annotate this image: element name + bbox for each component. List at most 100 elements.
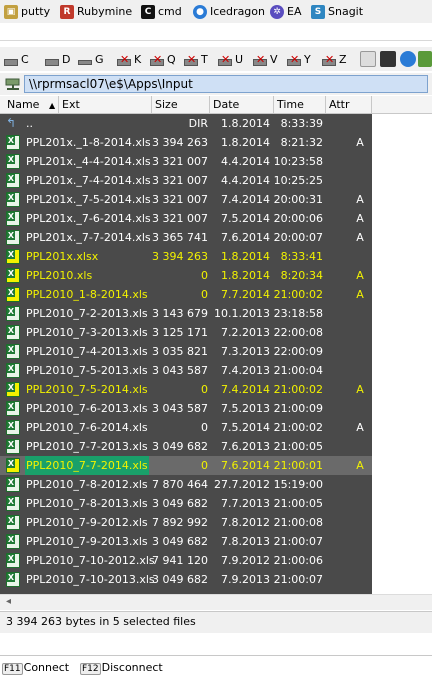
file-name: PPL2010_7-6-2014.xls [26,421,148,434]
current-path-field[interactable]: \\rprmsacl07\e$\Apps\Input [24,75,428,93]
file-row[interactable]: PPL2010_7-5-2013.xls 3 043 587 7.4.201321:… [0,361,372,380]
file-row[interactable]: PPL2010_7-7-2014.xls 0 7.6.201421:00:01 A [0,456,372,475]
excel-file-icon [6,534,20,549]
file-size: 0 [201,269,208,282]
excel-file-icon [6,344,20,359]
file-row[interactable]: PPL2010_7-7-2013.xls 3 049 682 7.6.201321:… [0,437,372,456]
file-name: PPL201x._7-6-2014.xls [26,212,151,225]
key-label: F12 [80,663,101,675]
snagit-icon: S [311,4,325,19]
launch-icedragon[interactable]: ● Icedragon [193,3,265,20]
file-row[interactable]: PPL201x._7-6-2014.xls3 321 007 7.5.201420… [0,209,372,228]
file-row[interactable]: PPL2010.xls 0 1.8.2014 8:20:34 A [0,266,372,285]
file-name: PPL2010_7-8-2013.xls [26,497,148,510]
drive-button-y[interactable]: ✕ Y [287,51,311,67]
tools-icon[interactable] [418,51,432,67]
excel-file-icon [6,135,20,150]
file-time: 21:00:06 [273,554,323,567]
drive-button-z[interactable]: ✕ Z [322,51,347,67]
launch-ea[interactable]: ✲ EA [270,3,301,20]
drive-button-v[interactable]: ✕ V [253,51,278,67]
file-row[interactable]: PPL201x._7-5-2014.xls3 321 007 7.4.201420… [0,190,372,209]
file-name: PPL2010.xls [26,269,93,282]
drive-button-k[interactable]: ✕ K [117,51,141,67]
drive-button-u[interactable]: ✕ U [218,51,243,67]
file-row[interactable]: PPL2010_7-9-2012.xls 7 892 992 7.8.201221:… [0,513,372,532]
file-time: 21:00:08 [273,516,323,529]
drive-label: K [134,52,142,66]
network-drive-icon[interactable] [5,77,21,91]
file-size: 3 365 741 [152,231,208,244]
horizontal-scrollbar[interactable] [0,594,432,610]
launch-snagit[interactable]: S Snagit [311,3,363,20]
document-icon[interactable] [360,51,376,67]
file-row[interactable]: PPL201x._7-4-2014.xls3 321 007 4.4.201410… [0,171,372,190]
launch-rubymine[interactable]: R Rubymine [60,3,132,20]
network-icon[interactable] [400,51,416,67]
file-attr: A [356,269,364,282]
file-row[interactable]: PPL2010_7-2-2013.xls 3 143 679 10.1.201323… [0,304,372,323]
excel-file-icon [6,249,20,264]
excel-file-icon [6,382,20,397]
file-attr: A [356,459,364,472]
file-date: 7.9.2012 [221,554,270,567]
file-row[interactable]: PPL201x.xlsx 3 394 263 1.8.2014 8:33:41 [0,247,372,266]
drive-button-c[interactable]: C [4,51,29,67]
column-header-attr[interactable]: Attr [326,96,372,113]
file-row[interactable]: PPL201x._7-7-2014.xls3 365 741 7.6.201420… [0,228,372,247]
drive-label: U [235,52,244,66]
file-row[interactable]: PPL201x._4-4-2014.xls3 321 007 4.4.201410… [0,152,372,171]
drive-icon [45,53,61,66]
column-header-name[interactable]: Name ▲ [4,96,59,113]
launch-label: putty [21,5,51,18]
excel-file-icon [6,268,20,283]
file-name: PPL2010_7-7-2014.xls [25,456,149,475]
excel-file-icon [6,572,20,587]
drive-button-g[interactable]: G [78,51,104,67]
file-name: PPL201x._4-4-2014.xls [26,155,151,168]
scroll-left-arrow-icon[interactable]: ◂ [6,596,11,607]
drive-button-d[interactable]: D [45,51,70,67]
file-date: 1.8.2014 [221,250,270,263]
cmd-icon: C [141,4,155,19]
file-row[interactable]: PPL2010_7-3-2013.xls 3 125 171 7.2.201322:… [0,323,372,342]
file-row[interactable]: PPL2010_7-4-2013.xls 3 035 821 7.3.201322:… [0,342,372,361]
network-drive-disconnected-icon: ✕ [117,53,133,66]
launch-putty[interactable]: ▣ putty [4,3,50,20]
file-time: 23:18:58 [273,307,323,320]
ftp-icon[interactable] [380,51,396,67]
file-row[interactable]: PPL2010_1-8-2014.xls 0 7.7.201421:00:02 A [0,285,372,304]
column-label: Ext [62,98,80,111]
drive-button-q[interactable]: ✕ Q [150,51,176,67]
launch-cmd[interactable]: C cmd [141,3,182,20]
file-name: PPL2010_7-6-2013.xls [26,402,148,415]
file-row[interactable]: PPL2010_7-6-2014.xls 0 7.5.201421:00:02 A [0,418,372,437]
f11-connect-button[interactable]: F11 Connect [2,661,69,675]
file-name: PPL2010_1-8-2014.xls [26,288,148,301]
parent-dir-row[interactable]: ↰.. DIR 1.8.2014 8:33:39 [0,114,372,133]
file-date: 7.6.2014 [221,459,270,472]
column-header-ext[interactable]: Ext [59,96,152,113]
column-header-time[interactable]: Time [274,96,326,113]
column-header-date[interactable]: Date [210,96,274,113]
file-row[interactable]: PPL2010_7-10-2012.xls7 941 120 7.9.201221… [0,551,372,570]
file-row[interactable]: PPL201x._1-8-2014.xls3 394 263 1.8.2014 8:… [0,133,372,152]
file-row[interactable]: PPL2010_7-6-2013.xls 3 043 587 7.5.201321:… [0,399,372,418]
file-row[interactable]: PPL2010_7-10-2013.xls3 049 682 7.9.201321… [0,570,372,589]
file-row[interactable]: PPL2010_7-8-2013.xls 3 049 682 7.7.201321:… [0,494,372,513]
file-list[interactable]: ↰.. DIR 1.8.2014 8:33:39 PPL201x._1-8-2014.x… [0,114,372,594]
file-row[interactable]: PPL2010_7-9-2013.xls 3 049 682 7.8.201321:… [0,532,372,551]
column-label: Time [277,98,304,111]
parent-folder-icon: ↰ [6,116,17,130]
drive-label: Z [339,52,347,66]
drive-label: G [95,52,104,66]
drive-label: Y [304,52,311,66]
excel-file-icon [6,211,20,226]
f12-disconnect-button[interactable]: F12 Disconnect [80,661,163,675]
file-row[interactable]: PPL2010_7-8-2012.xls 7 870 464 27.7.201215… [0,475,372,494]
file-date: 7.8.2013 [221,535,270,548]
file-time: 20:00:31 [273,193,323,206]
column-header-size[interactable]: Size [152,96,210,113]
file-row[interactable]: PPL2010_7-5-2014.xls 0 7.4.201421:00:02 A [0,380,372,399]
drive-button-t[interactable]: ✕ T [184,51,208,67]
